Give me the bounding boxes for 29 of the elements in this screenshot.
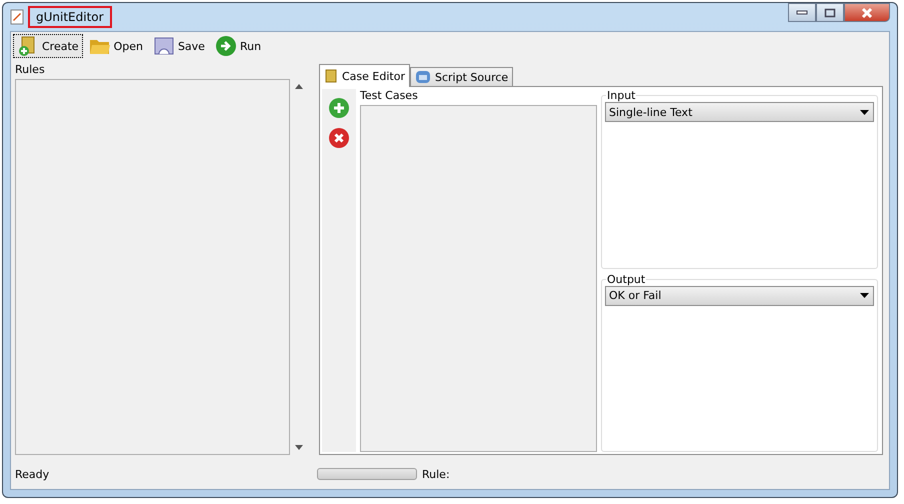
maximize-button[interactable] — [816, 3, 844, 22]
tab[interactable]: Script Source — [410, 67, 514, 86]
status-text: Ready — [15, 468, 50, 480]
scroll-down-icon[interactable] — [294, 445, 302, 450]
dropdown-arrow-icon — [860, 293, 869, 298]
run-button[interactable]: Run — [210, 34, 266, 58]
remove-icon[interactable] — [328, 127, 350, 149]
input-label: Input — [606, 89, 636, 102]
test-cases-label: Test Cases — [360, 89, 419, 102]
create-button[interactable]: Create — [13, 34, 83, 58]
output-dropdown[interactable]: OK or Fail — [605, 286, 874, 306]
window-title: gUnitEditor — [28, 6, 112, 28]
app-icon — [10, 9, 24, 25]
minimize-button[interactable] — [788, 3, 816, 22]
save-button[interactable]: Save — [148, 34, 209, 58]
tab[interactable]: Case Editor — [319, 64, 410, 87]
add-icon[interactable] — [328, 97, 350, 119]
dropdown-arrow-icon — [860, 110, 869, 114]
close-button[interactable] — [844, 3, 890, 22]
maximize-icon — [824, 8, 836, 18]
close-icon — [860, 6, 874, 18]
open-button[interactable]: Open — [84, 34, 147, 58]
scroll-up-icon[interactable] — [294, 84, 302, 89]
arrow-circle-icon — [214, 35, 237, 57]
input-dropdown[interactable]: Single-line Text — [605, 102, 874, 122]
rule-label: Rule: — [422, 468, 450, 480]
minimize-icon — [796, 10, 808, 16]
rules-label: Rules — [15, 63, 46, 76]
output-label: Output — [606, 272, 646, 286]
